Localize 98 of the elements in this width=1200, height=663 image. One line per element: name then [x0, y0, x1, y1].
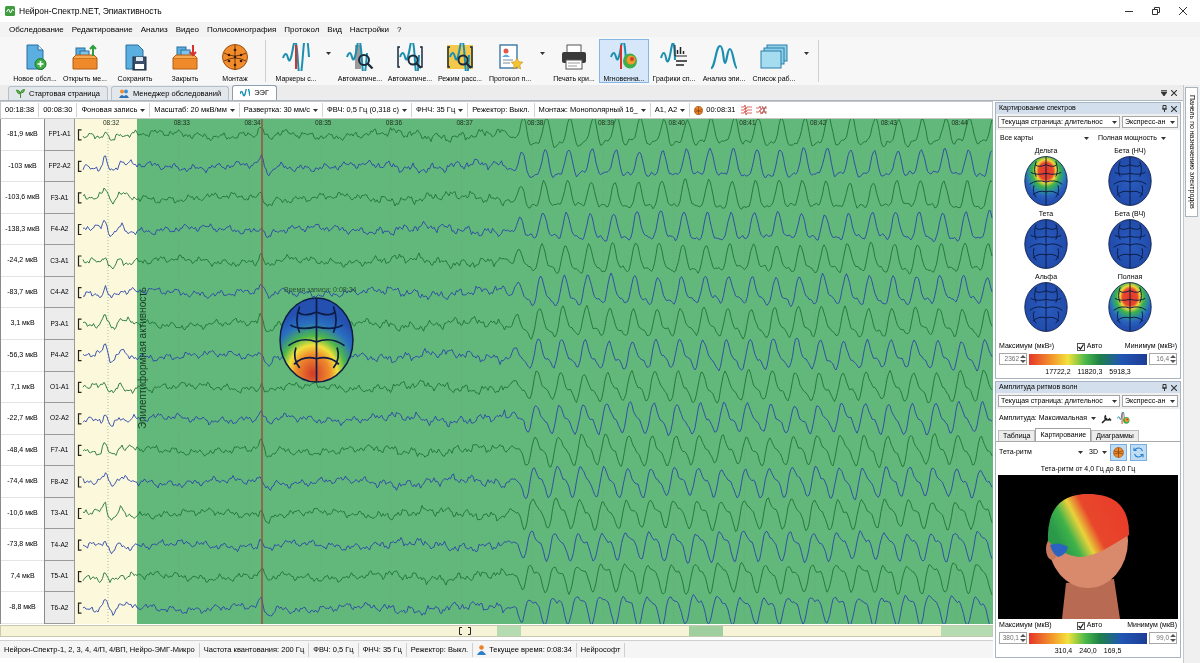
printer-icon: [560, 43, 588, 71]
brain-map-drawing: [1108, 156, 1152, 206]
caret-icon: [1101, 451, 1107, 454]
calibration-bar-icon: [77, 287, 83, 299]
close-icon[interactable]: [1171, 384, 1177, 391]
calibration-bar-icon: [77, 318, 83, 330]
wrench-icon[interactable]: [1101, 412, 1113, 424]
caret-icon: [1170, 120, 1175, 124]
person-icon: [477, 644, 487, 655]
peak-wave-icon: [710, 43, 738, 71]
caret-icon: [680, 108, 686, 112]
caret-icon: [1078, 451, 1083, 454]
brain-map-drawing: [1108, 219, 1152, 269]
calibration-bar-icon: [77, 602, 83, 614]
calibration-bar-icon: [77, 507, 83, 520]
calibration-bar-icon: [77, 192, 83, 204]
marker-label: Эпилептиформная активность: [138, 287, 148, 430]
spin-arrows-icon: [1020, 634, 1026, 642]
menu-item[interactable]: Вид: [327, 23, 342, 36]
brain-map-drawing: [1024, 282, 1068, 332]
restore-icon[interactable]: [1152, 7, 1160, 15]
close-icon[interactable]: [1171, 105, 1177, 112]
pin-icon[interactable]: [1162, 105, 1167, 112]
checkbox[interactable]: [1076, 621, 1085, 630]
caret-icon: [1084, 136, 1089, 140]
menu-item[interactable]: Видео: [175, 23, 200, 36]
wave-magnifier-icon: [346, 43, 374, 71]
spin-arrows-icon: [1170, 634, 1176, 642]
wave-cross-icon[interactable]: [756, 105, 768, 115]
head-icon: [1112, 447, 1124, 458]
calibration-bar-icon: [77, 476, 83, 488]
head-icon[interactable]: [694, 105, 704, 115]
caret-icon: [402, 108, 408, 112]
menu-item[interactable]: Настройки: [349, 23, 390, 36]
calibration-bar-icon: [77, 255, 83, 267]
calibration-bar-icon: [77, 571, 83, 583]
caret-icon[interactable]: [325, 52, 331, 55]
head-electrodes-icon: [221, 43, 249, 71]
caret-icon[interactable]: [803, 52, 809, 55]
spin-arrows-icon: [1170, 355, 1176, 363]
window-title: Нейрон-Спектр.NET, Эпиактивность: [19, 4, 162, 18]
caret-icon: [229, 108, 235, 112]
calibration-bar-icon: [77, 381, 83, 393]
box-download-icon: [171, 43, 199, 71]
calibration-bar-icon: [77, 539, 83, 551]
calibration-bar-icon: [77, 223, 83, 236]
brain-map-drawing: [1108, 282, 1152, 332]
minimize-icon[interactable]: [1125, 10, 1133, 12]
stacked-windows-icon: [760, 43, 788, 71]
caret-icon: [640, 108, 646, 112]
menu-item[interactable]: ?: [397, 23, 402, 36]
caret-icon: [1160, 136, 1166, 140]
brain-map-drawing: [1024, 156, 1068, 206]
caret-icon: [1091, 416, 1097, 420]
tab-list-icon[interactable]: [1161, 90, 1167, 96]
app-logo-icon: [5, 6, 15, 16]
caret-icon: [1112, 399, 1117, 403]
view-toggle-button[interactable]: [1109, 444, 1127, 461]
event-segment: [497, 626, 521, 636]
scroll-thumb-icon[interactable]: [459, 627, 471, 635]
menu-item[interactable]: Полисомнография: [207, 23, 277, 36]
menu-item[interactable]: Обследование: [9, 23, 64, 36]
caret-icon: [313, 108, 318, 112]
wave-icon: [240, 88, 251, 98]
highlighted-wave-magnifier-icon: [446, 43, 474, 71]
caret-icon: [140, 108, 146, 112]
event-segment: [689, 626, 723, 636]
profile-document-icon: [496, 43, 524, 71]
wave-marker-icon: [282, 43, 310, 71]
menu-item[interactable]: Протокол: [284, 23, 320, 36]
calibration-bar-icon: [77, 444, 83, 456]
caret-icon: [1112, 120, 1117, 124]
wave-map-icon: [610, 43, 638, 71]
calibration-bar-icon: [77, 160, 83, 172]
box-upload-icon: [71, 43, 99, 71]
brain-map-drawing: [1024, 219, 1068, 269]
caret-icon: [1170, 399, 1175, 403]
checkbox[interactable]: [1076, 342, 1085, 351]
timeline-scrollbar[interactable]: [0, 625, 993, 637]
menu-item[interactable]: Анализ: [140, 23, 168, 36]
bracketed-wave-magnifier-icon: [396, 43, 424, 71]
menu-item[interactable]: Редактирование: [71, 23, 133, 36]
close-icon[interactable]: [1179, 7, 1187, 15]
spin-arrows-icon: [1020, 355, 1026, 363]
wave-lines-icon[interactable]: [741, 105, 753, 115]
people-icon: [119, 89, 129, 98]
event-segment: [941, 626, 992, 636]
view-toggle-button[interactable]: [1129, 444, 1147, 461]
caret-icon[interactable]: [539, 52, 545, 55]
calibration-bar-icon: [77, 350, 83, 362]
calibration-bar-icon: [77, 129, 83, 141]
pin-icon[interactable]: [1162, 384, 1167, 391]
wave-map-icon[interactable]: [1117, 411, 1131, 425]
sprout-icon: [16, 89, 25, 98]
calibration-bar-icon: [77, 413, 83, 425]
rotate-icon: [1132, 447, 1144, 458]
close-icon[interactable]: [1171, 90, 1177, 96]
caret-icon: [458, 108, 464, 112]
